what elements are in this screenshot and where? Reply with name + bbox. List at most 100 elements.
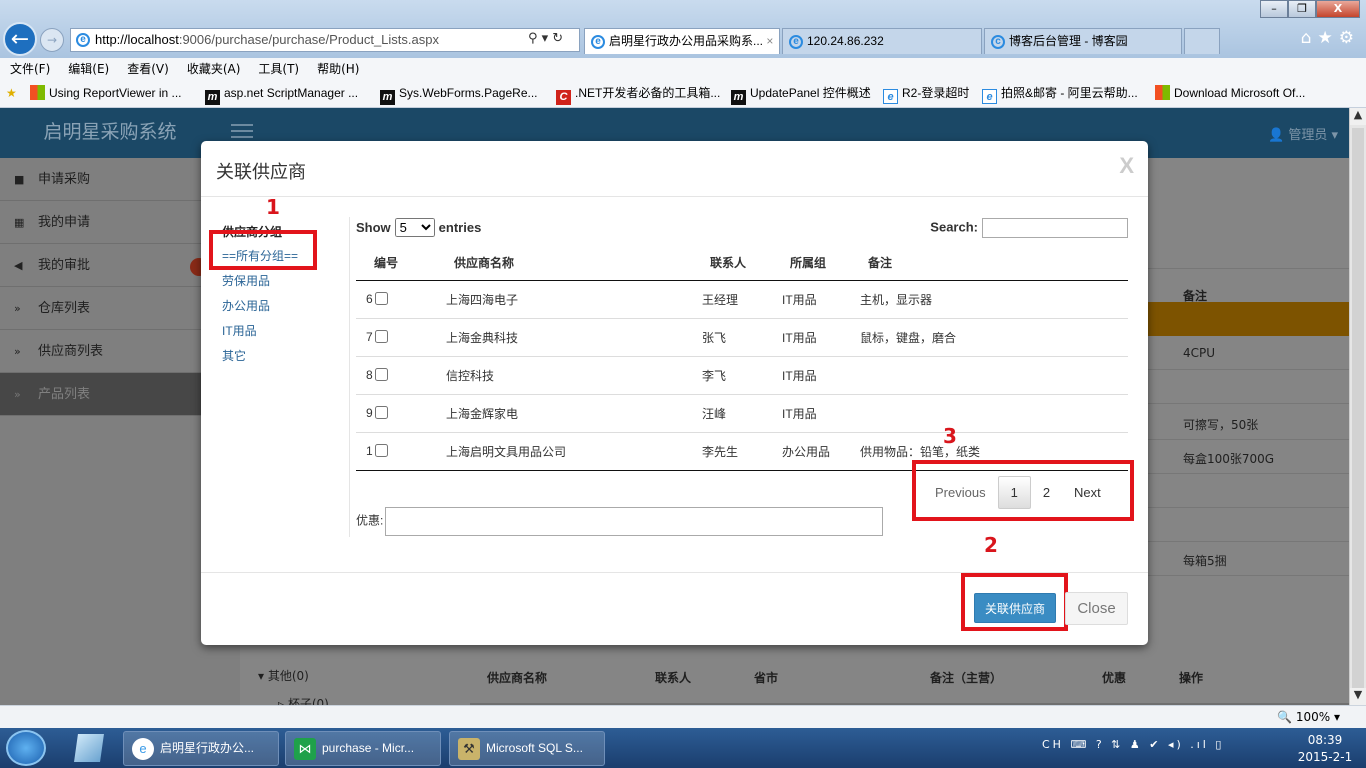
page-length-control: Show 5 entries bbox=[356, 218, 481, 237]
discount-textarea[interactable] bbox=[385, 507, 884, 536]
modal-title: 关联供应商 bbox=[216, 162, 306, 182]
tab-cnblogs[interactable]: c 博客后台管理 - 博客园 bbox=[984, 28, 1182, 54]
contact: 汪峰 bbox=[692, 394, 772, 433]
system-tray[interactable]: CH ⌨ ? ⇅ ♟ ✔ ◂) .ıl ▯ bbox=[1042, 738, 1224, 751]
contact: 张飞 bbox=[692, 318, 772, 357]
associate-supplier-button[interactable]: 关联供应商 bbox=[974, 593, 1056, 623]
divider bbox=[349, 217, 350, 537]
note: 主机，显示器 bbox=[850, 280, 1128, 319]
status-bar: 🔍 100% ▾ bbox=[0, 705, 1366, 728]
group-labor[interactable]: 劳保用品 bbox=[222, 269, 298, 294]
close-tab-icon[interactable]: × bbox=[766, 34, 773, 48]
previous-page-button[interactable]: Previous bbox=[923, 477, 998, 508]
scroll-up-icon: ▲ bbox=[1350, 108, 1366, 125]
note: 鼠标，键盘，磨合 bbox=[850, 318, 1128, 357]
favorite-link[interactable]: e R2-登录超时 bbox=[883, 80, 969, 107]
tab-ip[interactable]: e 120.24.86.232 bbox=[782, 28, 982, 54]
group-other[interactable]: 其它 bbox=[222, 344, 298, 369]
menu-toggle-icon[interactable] bbox=[231, 124, 253, 138]
favorite-link[interactable]: m UpdatePanel 控件概述 bbox=[731, 80, 871, 107]
chevron-right-icon: » bbox=[14, 388, 21, 401]
col-contact[interactable]: 联系人 bbox=[692, 246, 772, 281]
menu-favorites[interactable]: 收藏夹(A) bbox=[177, 58, 249, 78]
zoom-level[interactable]: 🔍 100% ▾ bbox=[1277, 710, 1340, 724]
taskbar-item-ie[interactable]: e 启明星行政办公... bbox=[123, 731, 279, 766]
favorite-link[interactable]: Download Microsoft Of... bbox=[1155, 80, 1305, 107]
favorites-star-icon[interactable]: ★ bbox=[6, 80, 17, 107]
page-1-button[interactable]: 1 bbox=[997, 476, 1031, 509]
menu-edit[interactable]: 编辑(E) bbox=[58, 58, 117, 78]
row-id: 6 bbox=[356, 280, 436, 319]
menu-help[interactable]: 帮助(H) bbox=[307, 58, 367, 78]
row-id: 8 bbox=[356, 356, 436, 395]
taskbar-item-sql[interactable]: ⚒ Microsoft SQL S... bbox=[449, 731, 605, 766]
supplier-row: 9 上海金辉家电 汪峰 IT用品 bbox=[356, 394, 1128, 433]
back-button[interactable]: ← bbox=[3, 22, 37, 56]
chevron-right-icon: » bbox=[14, 345, 21, 358]
menu-file[interactable]: 文件(F) bbox=[0, 58, 58, 78]
menu-bar: 文件(F) 编辑(E) 查看(V) 收藏夹(A) 工具(T) 帮助(H) bbox=[0, 58, 1366, 80]
ie-icon: e bbox=[591, 34, 605, 49]
taskbar-item-vs[interactable]: ⋈ purchase - Micr... bbox=[285, 731, 441, 766]
tab-label: 博客后台管理 - 博客园 bbox=[1009, 34, 1128, 48]
url-path: :9006/purchase/purchase/Product_Lists.as… bbox=[178, 32, 439, 47]
contact: 李飞 bbox=[692, 356, 772, 395]
note bbox=[850, 394, 1128, 433]
discount-field: 优惠: bbox=[356, 507, 884, 536]
search-refresh-icons[interactable]: ⚲ ▾ ↻ bbox=[528, 31, 563, 46]
annotation-box-groups bbox=[209, 230, 317, 270]
close-button[interactable]: Close bbox=[1065, 592, 1128, 625]
supplier-table: 编号 供应商名称 联系人 所属组 备注 6 上海四海电子 王经理 IT用品 主机… bbox=[356, 246, 1128, 471]
group-office[interactable]: 办公用品 bbox=[222, 294, 298, 319]
menu-view[interactable]: 查看(V) bbox=[117, 58, 177, 78]
row-id: 9 bbox=[356, 394, 436, 433]
forward-button[interactable]: → bbox=[40, 28, 64, 52]
col-group[interactable]: 所属组 bbox=[772, 246, 850, 281]
start-button[interactable] bbox=[6, 730, 46, 766]
supplier-table-header: 供应商名称 联系人 省市 备注（主营） 优惠 操作 bbox=[470, 662, 1349, 705]
close-window-button[interactable]: X bbox=[1316, 0, 1360, 18]
restore-button[interactable]: ❐ bbox=[1288, 0, 1316, 18]
user-menu[interactable]: 👤 管理员 ▾ bbox=[1268, 124, 1338, 143]
chevron-right-icon: » bbox=[14, 302, 21, 315]
supplier-row: 8 信控科技 李飞 IT用品 bbox=[356, 356, 1128, 395]
pinned-app-icon[interactable] bbox=[74, 734, 104, 762]
next-page-button[interactable]: Next bbox=[1062, 477, 1113, 508]
page-scrollbar[interactable]: ▲ ▼ bbox=[1349, 108, 1366, 705]
favorites-bar: ★ Using ReportViewer in ... m asp.net Scr… bbox=[0, 80, 1366, 108]
favorite-link[interactable]: Using ReportViewer in ... bbox=[30, 80, 182, 107]
row-checkbox[interactable] bbox=[374, 444, 388, 457]
megaphone-icon: ◀ bbox=[14, 259, 23, 272]
divider bbox=[201, 196, 1148, 197]
modal-close-icon[interactable]: X bbox=[1119, 153, 1134, 179]
minimize-button[interactable]: – bbox=[1260, 0, 1288, 18]
note bbox=[850, 356, 1128, 395]
search-input[interactable] bbox=[982, 218, 1128, 238]
row-checkbox[interactable] bbox=[374, 292, 388, 305]
favorite-link[interactable]: e 拍照&邮寄 - 阿里云帮助... bbox=[982, 80, 1138, 107]
new-tab-button[interactable] bbox=[1184, 28, 1220, 54]
tree-node[interactable]: ▾ 其他(0) bbox=[258, 662, 329, 690]
sql-server-icon: ⚒ bbox=[458, 738, 480, 760]
favorite-link[interactable]: m asp.net ScriptManager ... bbox=[205, 80, 358, 107]
row-checkbox[interactable] bbox=[374, 330, 388, 343]
annotation-3: 3 bbox=[943, 424, 957, 448]
supplier-name: 上海启明文具用品公司 bbox=[436, 432, 692, 471]
col-name[interactable]: 供应商名称 bbox=[436, 246, 692, 281]
ie-icon: e bbox=[789, 34, 803, 49]
page-size-select[interactable]: 5 bbox=[394, 218, 435, 237]
group-it[interactable]: IT用品 bbox=[222, 319, 298, 344]
address-bar[interactable]: e http://localhost:9006/purchase/purchase… bbox=[70, 28, 580, 52]
favorite-link[interactable]: m Sys.WebForms.PageRe... bbox=[380, 80, 538, 107]
tab-purchase-system[interactable]: e 启明星行政办公用品采购系... × bbox=[584, 28, 780, 54]
row-checkbox[interactable] bbox=[374, 406, 388, 419]
home-favorites-tools-icons[interactable]: ⌂★⚙ bbox=[1301, 28, 1360, 48]
contact: 李先生 bbox=[692, 432, 772, 471]
col-note[interactable]: 备注 bbox=[850, 246, 1128, 281]
col-id[interactable]: 编号 bbox=[356, 246, 436, 281]
page-2-button[interactable]: 2 bbox=[1031, 477, 1062, 508]
menu-tools[interactable]: 工具(T) bbox=[248, 58, 307, 78]
favorite-link[interactable]: C .NET开发者必备的工具箱... bbox=[556, 80, 720, 107]
clock[interactable]: 08:39 2015-2-1 bbox=[1290, 732, 1360, 766]
row-checkbox[interactable] bbox=[374, 368, 388, 381]
